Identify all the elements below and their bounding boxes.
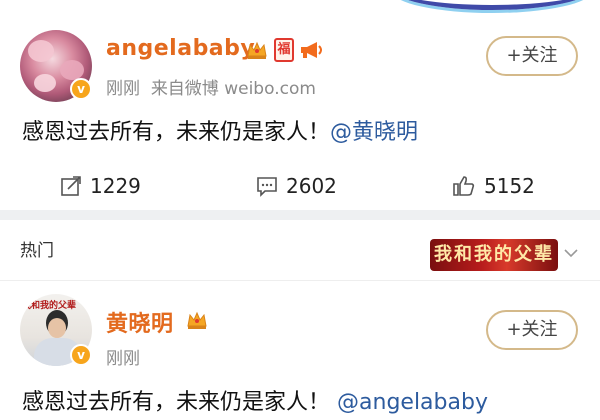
crown-icon: [187, 311, 207, 329]
like-count: 5152: [484, 174, 535, 198]
banner-arc-decoration: [392, 0, 592, 10]
promo-banner[interactable]: 我和我的父辈: [430, 239, 558, 271]
post1-meta: 刚刚 来自微博 weibo.com: [106, 74, 316, 99]
crown-icon: [247, 41, 267, 59]
divider: [0, 280, 600, 281]
hot-label: 热门: [20, 241, 54, 261]
post1-text: 感恩过去所有，未来仍是家人！@黄晓明: [22, 114, 418, 146]
verified-badge-icon: v: [70, 78, 92, 100]
post1-source[interactable]: 来自微博 weibo.com: [151, 79, 316, 99]
mention-link-post2[interactable]: @angelababy: [337, 390, 488, 415]
username-post2[interactable]: 黄晓明: [106, 306, 174, 338]
share-count: 1229: [90, 174, 141, 198]
mention-link-post1[interactable]: @黄晓明: [330, 120, 418, 145]
hot-section-header: 热门 我和我的父辈: [0, 226, 600, 271]
like-button[interactable]: 5152: [452, 168, 535, 204]
section-separator: [0, 210, 600, 220]
share-icon: [61, 176, 81, 196]
post2-text: 感恩过去所有，未来仍是家人！ @angelababy: [22, 384, 488, 416]
like-icon: [453, 176, 475, 196]
post1-time: 刚刚: [106, 79, 140, 99]
comment-icon: [257, 177, 277, 197]
follow-button-post2[interactable]: +关注: [486, 310, 578, 350]
verified-badge-icon: v: [70, 344, 92, 366]
comment-count: 2602: [286, 174, 337, 198]
share-button[interactable]: 1229: [60, 168, 141, 204]
post2-time: 刚刚: [106, 349, 140, 369]
post1-action-bar: 1229 2602 5152: [0, 168, 600, 204]
chevron-down-icon[interactable]: [562, 244, 580, 262]
follow-button-post1[interactable]: +关注: [486, 36, 578, 76]
avatar-tag: 我和我的父辈: [22, 301, 77, 311]
comment-button[interactable]: 2602: [256, 168, 337, 204]
top-banner-strip: [0, 0, 600, 14]
megaphone-icon: [301, 42, 322, 58]
post2-body: 感恩过去所有，未来仍是家人！: [22, 390, 331, 415]
fu-badge: 福: [274, 38, 294, 62]
username-post1[interactable]: angelababy: [106, 36, 255, 61]
post1-body: 感恩过去所有，未来仍是家人！: [22, 120, 331, 145]
